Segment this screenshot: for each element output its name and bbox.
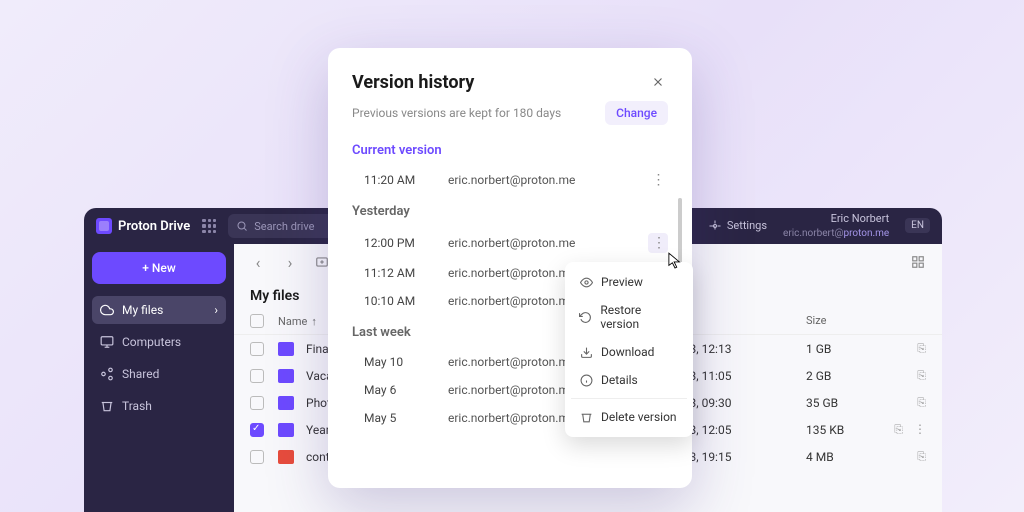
version-more-button[interactable]: ⋮: [648, 172, 668, 188]
new-button[interactable]: + New: [92, 252, 226, 284]
menu-item-preview[interactable]: Preview: [571, 268, 687, 296]
modal-subtitle: Previous versions are kept for 180 days: [352, 106, 561, 120]
cloud-icon: [100, 303, 114, 317]
close-icon: [651, 75, 665, 89]
version-row[interactable]: 12:00 PMeric.norbert@proton.me⋮: [352, 227, 668, 259]
download-icon: [579, 345, 593, 359]
menu-item-download[interactable]: Download: [571, 338, 687, 366]
brand-text: Proton Drive: [118, 219, 190, 234]
change-button[interactable]: Change: [605, 101, 668, 125]
link-icon[interactable]: ⎘: [917, 369, 926, 382]
settings-link[interactable]: Settings: [709, 219, 767, 232]
grid-view-button[interactable]: [906, 250, 930, 274]
search-placeholder: Search drive: [254, 220, 314, 233]
file-date: 023, 11:05: [676, 369, 806, 383]
file-size: 1 GB: [806, 342, 886, 356]
link-icon[interactable]: ⎘: [917, 450, 926, 463]
modal-title: Version history: [352, 72, 474, 93]
gear-icon: [709, 220, 721, 232]
version-row[interactable]: 11:20 AMeric.norbert@proton.me⋮: [352, 166, 668, 194]
share-icon: [100, 367, 114, 381]
file-size: 35 GB: [806, 396, 886, 410]
sidebar-item-myfiles[interactable]: My files ›: [92, 296, 226, 324]
row-checkbox[interactable]: [250, 342, 264, 356]
file-size: 4 MB: [806, 450, 886, 464]
file-date: 023, 09:30: [676, 396, 806, 410]
version-more-button[interactable]: ⋮: [648, 233, 668, 253]
trash-icon: [579, 410, 593, 424]
link-icon[interactable]: ⎘: [917, 342, 926, 355]
folder-icon: [278, 369, 294, 383]
pdf-icon: [278, 450, 294, 464]
menu-divider: [571, 398, 687, 399]
row-checkbox[interactable]: [250, 450, 264, 464]
file-size: 2 GB: [806, 369, 886, 383]
section-label: Yesterday: [352, 204, 668, 219]
version-time: 11:20 AM: [364, 173, 448, 187]
restore-icon: [579, 310, 592, 324]
version-user: eric.norbert@proton.me: [448, 173, 648, 187]
version-time: 11:12 AM: [364, 266, 448, 280]
sidebar: + New My files › Computers Shared Trash: [84, 244, 234, 512]
version-time: 10:10 AM: [364, 294, 448, 308]
menu-item-details[interactable]: Details: [571, 366, 687, 394]
file-date: 023, 12:05: [676, 423, 806, 437]
eye-icon: [579, 275, 593, 289]
trash-icon: [100, 399, 114, 413]
link-icon[interactable]: ⎘: [894, 423, 903, 436]
brand-icon: [96, 218, 112, 234]
link-icon[interactable]: ⎘: [917, 396, 926, 409]
section-label: Current version: [352, 143, 668, 158]
sort-asc-icon: ↑: [311, 315, 317, 328]
close-button[interactable]: [648, 72, 668, 92]
file-date: 023, 12:13: [676, 342, 806, 356]
version-time: May 10: [364, 355, 448, 369]
sidebar-item-computers[interactable]: Computers: [92, 328, 226, 356]
forward-button[interactable]: ›: [278, 250, 302, 274]
brand: Proton Drive: [96, 218, 190, 234]
titlebar-right: Settings Eric Norbert eric.norbert@proto…: [709, 212, 930, 239]
row-checkbox[interactable]: [250, 369, 264, 383]
user-name: Eric Norbert: [783, 212, 889, 226]
column-size[interactable]: Size: [806, 314, 886, 328]
search-icon: [236, 220, 248, 232]
select-all-checkbox[interactable]: [250, 314, 264, 328]
apps-grid-icon[interactable]: [202, 219, 216, 233]
chevron-right-icon: ›: [214, 303, 218, 317]
menu-item-delete[interactable]: Delete version: [571, 403, 687, 431]
info-icon: [579, 373, 593, 387]
version-context-menu: PreviewRestore versionDownloadDetails De…: [565, 262, 693, 437]
version-time: May 5: [364, 411, 448, 425]
lang-badge[interactable]: EN: [905, 218, 930, 233]
folder-icon: [278, 342, 294, 356]
back-button[interactable]: ‹: [246, 250, 270, 274]
file-size: 135 KB: [806, 423, 886, 437]
row-checkbox[interactable]: [250, 396, 264, 410]
row-checkbox[interactable]: [250, 423, 264, 437]
scrollbar-thumb[interactable]: [678, 198, 682, 268]
sidebar-item-trash[interactable]: Trash: [92, 392, 226, 420]
more-icon[interactable]: ⋮: [914, 422, 926, 436]
file-date: 023, 19:15: [676, 450, 806, 464]
sidebar-item-shared[interactable]: Shared: [92, 360, 226, 388]
doc-icon: [278, 423, 294, 437]
version-user: eric.norbert@proton.me: [448, 236, 648, 250]
menu-item-restore-version[interactable]: Restore version: [571, 296, 687, 338]
version-time: May 6: [364, 383, 448, 397]
folder-icon: [278, 396, 294, 410]
user-info[interactable]: Eric Norbert eric.norbert@proton.me: [783, 212, 889, 239]
monitor-icon: [100, 335, 114, 349]
column-date[interactable]: [676, 314, 806, 328]
version-time: 12:00 PM: [364, 236, 448, 250]
